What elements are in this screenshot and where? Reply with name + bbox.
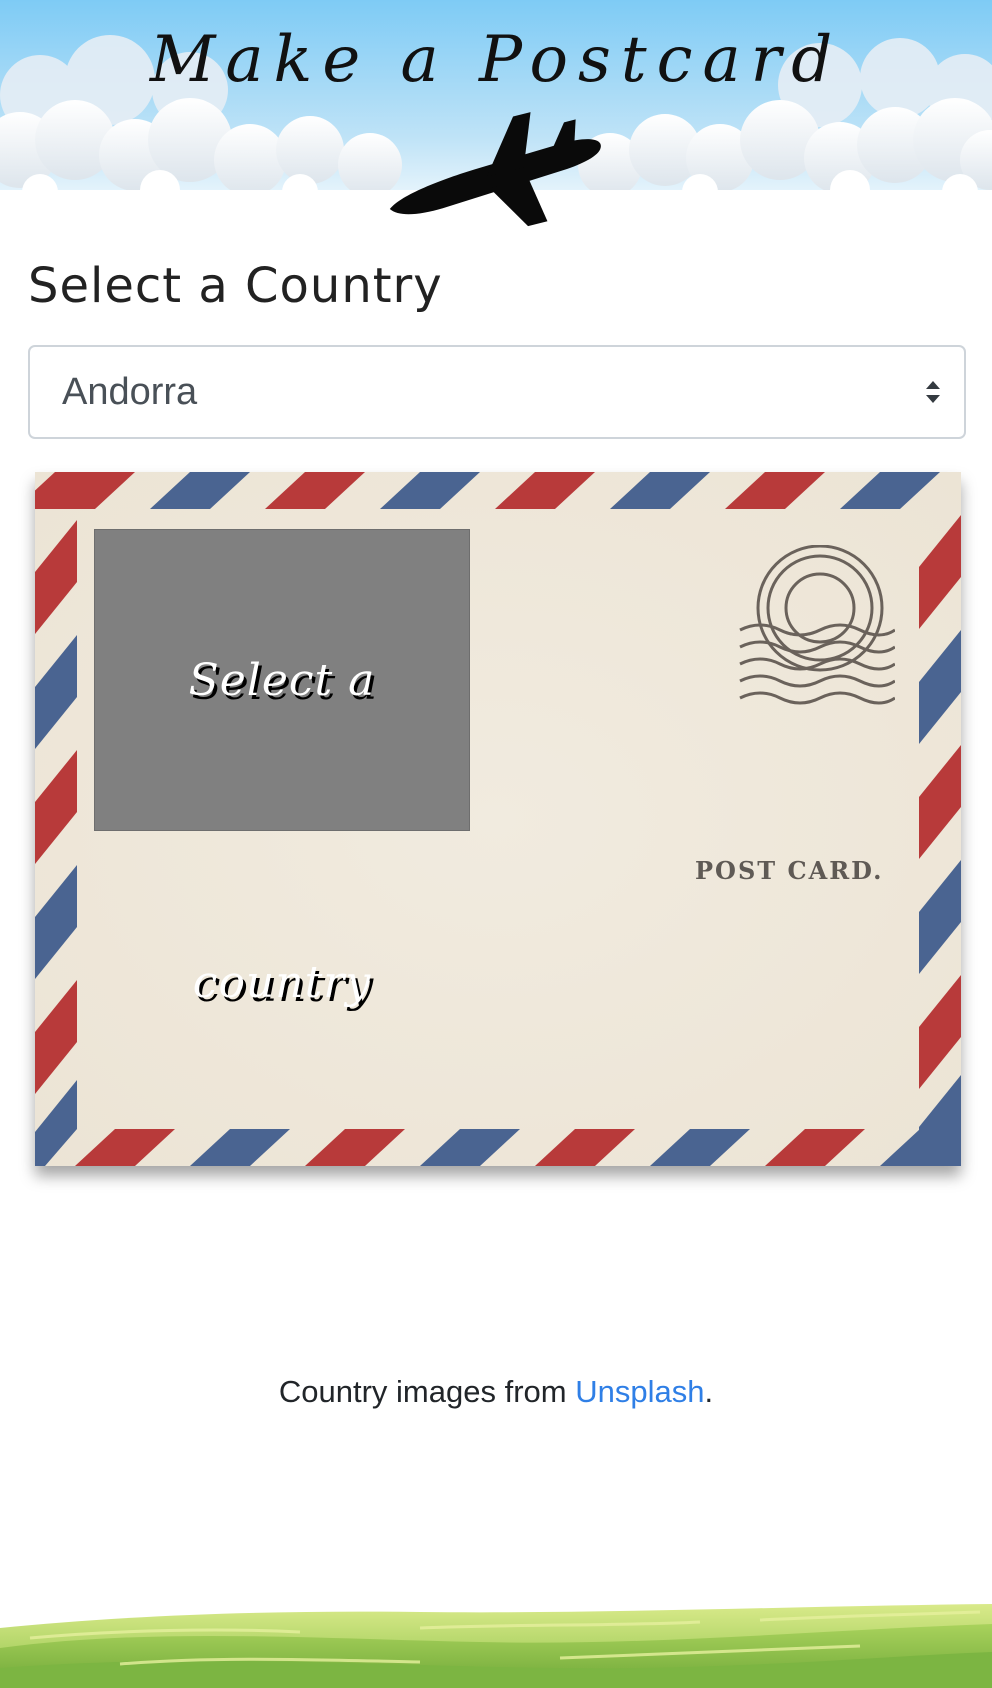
country-select[interactable]: Andorra (28, 345, 966, 439)
country-photo-placeholder: Select a country (94, 529, 470, 1008)
select-country-heading: Select a Country (28, 258, 443, 314)
postcard: Select a country POST CARD. (35, 472, 961, 1166)
photo-placeholder-text: Select a country (188, 655, 376, 1008)
credit-prefix: Country images from (278, 1374, 576, 1409)
postmark-stamp-icon (739, 545, 895, 705)
postcard-label: POST CARD. (695, 856, 884, 885)
unsplash-link[interactable]: Unsplash (575, 1374, 704, 1409)
page-title: Make a Postcard (149, 23, 843, 97)
sort-arrows-icon (926, 381, 940, 403)
image-credit: Country images from Unsplash. (0, 1374, 992, 1410)
grass-hills-footer (0, 1604, 992, 1688)
credit-suffix: . (704, 1374, 714, 1409)
country-select-value: Andorra (62, 371, 198, 413)
page-header: Make a Postcard (0, 0, 992, 230)
